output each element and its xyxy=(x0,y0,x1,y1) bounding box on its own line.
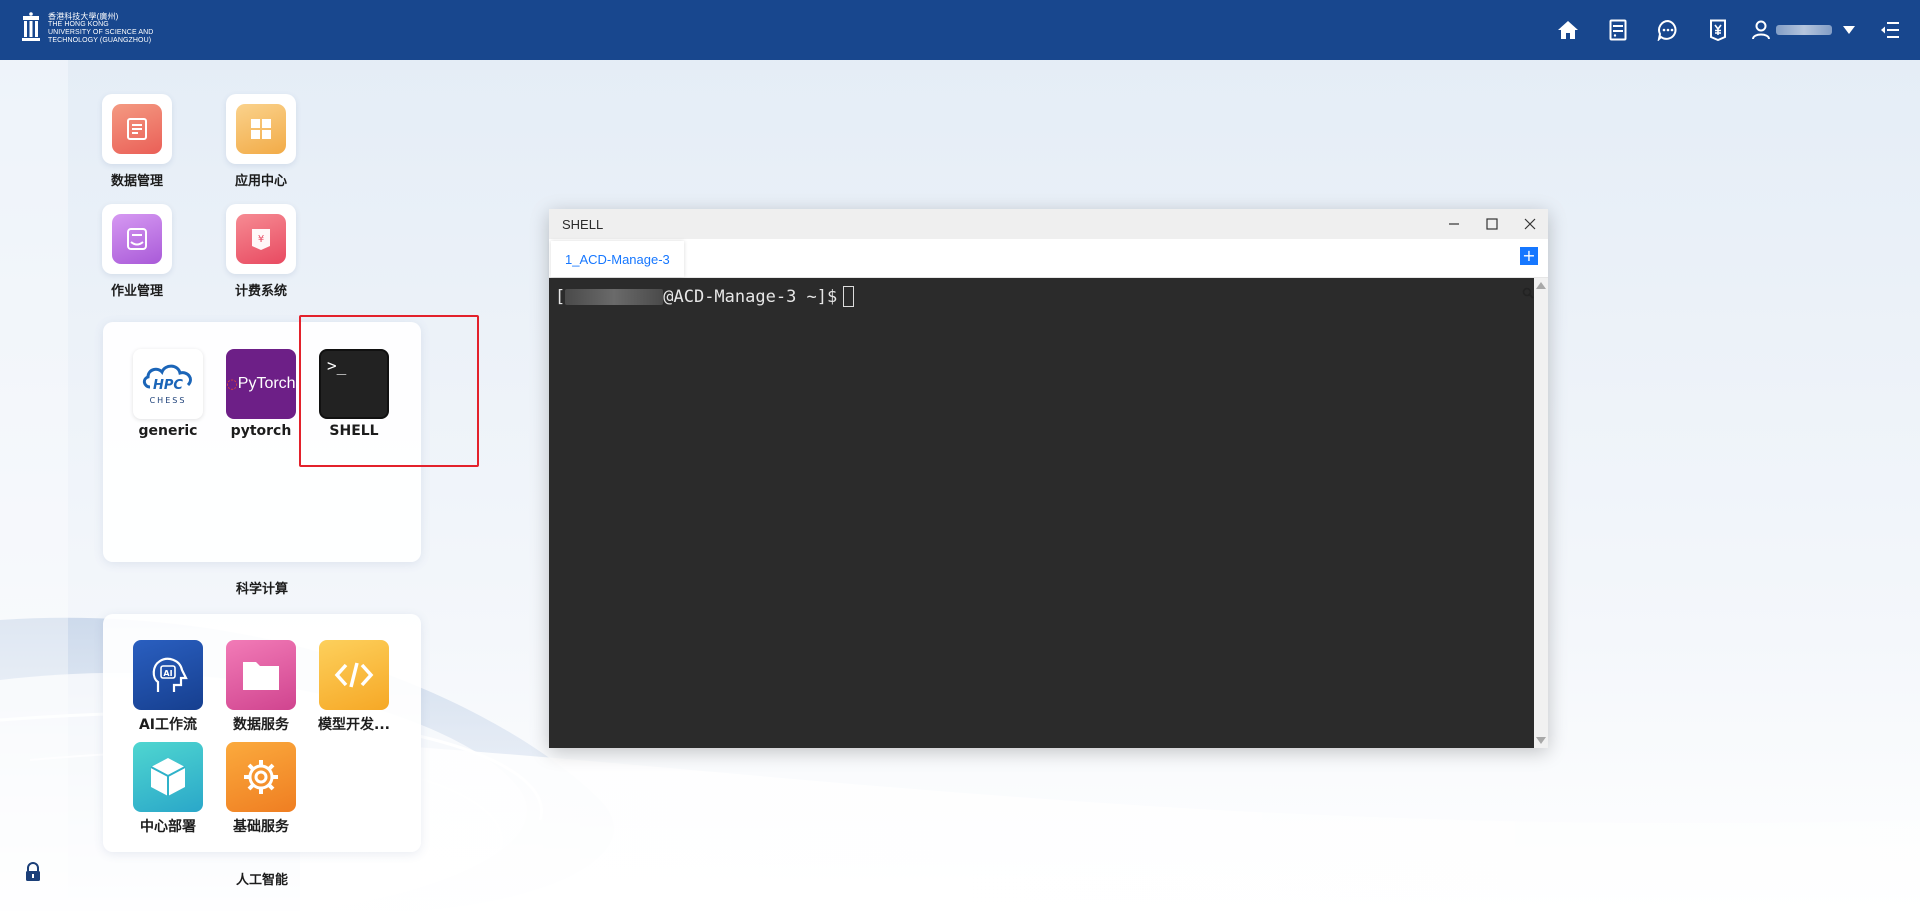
logo-english-line2: UNIVERSITY OF SCIENCE AND xyxy=(48,29,154,36)
app-generic[interactable]: HPC CHESS generic xyxy=(125,349,211,439)
prompt-bracket: [ xyxy=(555,286,566,307)
app-label: 中心部署 xyxy=(140,819,196,835)
prompt-host: @ACD-Manage-3 ~]$ xyxy=(663,286,838,307)
app-billing-system[interactable]: ¥ 计费系统 xyxy=(216,204,306,299)
shell-window-title: SHELL xyxy=(562,216,604,232)
svg-text:CHESS: CHESS xyxy=(150,396,187,405)
user-icon xyxy=(1752,20,1770,40)
logo-chinese-name: 香港科技大學(廣州) xyxy=(48,12,119,21)
hpc-chess-icon: HPC CHESS xyxy=(133,349,203,419)
scroll-down-icon[interactable] xyxy=(1536,737,1546,744)
left-rail xyxy=(0,60,68,911)
terminal-cursor xyxy=(843,286,855,307)
app-ai-workflow[interactable]: AI AI工作流 xyxy=(125,640,211,734)
search-icon[interactable] xyxy=(1522,287,1534,299)
username-redacted xyxy=(1776,25,1832,35)
minimize-button[interactable] xyxy=(1444,214,1464,234)
svg-text:¥: ¥ xyxy=(258,234,264,245)
app-label: 基础服务 xyxy=(233,819,289,835)
terminal-area[interactable]: [ @ACD-Manage-3 ~]$ xyxy=(549,278,1534,748)
server-icon[interactable] xyxy=(1602,14,1634,46)
code-icon xyxy=(319,640,389,710)
ai-brain-icon: AI xyxy=(133,640,203,710)
app-label: pytorch xyxy=(230,423,292,439)
shell-tab-bar: 1_ACD-Manage-3 + xyxy=(549,239,1548,278)
cube-icon xyxy=(133,742,203,812)
billing-system-icon: ¥ xyxy=(236,214,286,264)
app-base-service[interactable]: 基础服务 xyxy=(218,742,304,836)
app-label: 计费系统 xyxy=(234,284,287,299)
terminal-scrollbar[interactable] xyxy=(1534,278,1548,748)
science-computing-title: 科学计算 xyxy=(235,582,288,597)
logo-english-line3: TECHNOLOGY (GUANGZHOU) xyxy=(48,37,152,44)
app-center-icon xyxy=(236,104,286,154)
user-menu[interactable] xyxy=(1752,20,1856,40)
minimize-icon xyxy=(1449,223,1459,225)
svg-text:HPC: HPC xyxy=(153,378,183,393)
home-icon[interactable] xyxy=(1552,14,1584,46)
logo-english-line1: THE HONG KONG xyxy=(48,21,109,28)
billing-icon[interactable] xyxy=(1702,14,1734,46)
app-center-deploy[interactable]: 中心部署 xyxy=(125,742,211,836)
menu-icon[interactable] xyxy=(1874,14,1906,46)
svg-text:AI: AI xyxy=(163,669,172,678)
username-redacted xyxy=(565,288,664,305)
data-management-icon xyxy=(112,104,162,154)
app-label: 数据管理 xyxy=(110,174,163,189)
shell-window: SHELL 1_ACD-Manage-3 + [ @ACD-Manage-3 ~]… xyxy=(549,209,1548,748)
close-button[interactable] xyxy=(1520,214,1540,234)
app-label: AI工作流 xyxy=(138,717,198,733)
tab-acd-manage-3[interactable]: 1_ACD-Manage-3 xyxy=(551,241,684,277)
terminal-prompt: [ @ACD-Manage-3 ~]$ xyxy=(555,286,855,307)
university-logo[interactable]: 香港科技大學(廣州) THE HONG KONG UNIVERSITY OF S… xyxy=(20,12,153,46)
gear-icon xyxy=(226,742,296,812)
app-app-center[interactable]: 应用中心 xyxy=(216,94,306,189)
app-model-dev[interactable]: 模型开发... xyxy=(311,640,397,734)
maximize-button[interactable] xyxy=(1482,214,1502,234)
app-data-management[interactable]: 数据管理 xyxy=(92,94,182,189)
lock-icon[interactable] xyxy=(24,862,42,882)
scroll-up-icon[interactable] xyxy=(1536,282,1546,289)
close-icon xyxy=(1524,218,1536,230)
chevron-down-icon xyxy=(1843,26,1855,34)
app-label: 作业管理 xyxy=(110,284,163,299)
pytorch-icon: ◌ PyTorch xyxy=(226,349,296,419)
app-label: 模型开发... xyxy=(318,717,390,733)
job-management-icon xyxy=(112,214,162,264)
folder-icon xyxy=(226,640,296,710)
app-label: generic xyxy=(138,423,198,439)
app-label: 应用中心 xyxy=(234,174,287,189)
shell-titlebar[interactable]: SHELL xyxy=(549,209,1548,239)
app-pytorch[interactable]: ◌ PyTorch pytorch xyxy=(218,349,304,439)
ai-title: 人工智能 xyxy=(235,873,288,888)
top-bar: 香港科技大學(廣州) THE HONG KONG UNIVERSITY OF S… xyxy=(0,0,1920,60)
university-crest-icon xyxy=(22,12,40,41)
app-data-service[interactable]: 数据服务 xyxy=(218,640,304,734)
app-job-management[interactable]: 作业管理 xyxy=(92,204,182,299)
maximize-icon xyxy=(1486,218,1498,230)
app-label: 数据服务 xyxy=(233,717,289,733)
message-icon[interactable] xyxy=(1652,14,1684,46)
add-tab-button[interactable]: + xyxy=(1520,247,1538,265)
shell-highlight-box xyxy=(299,315,479,467)
